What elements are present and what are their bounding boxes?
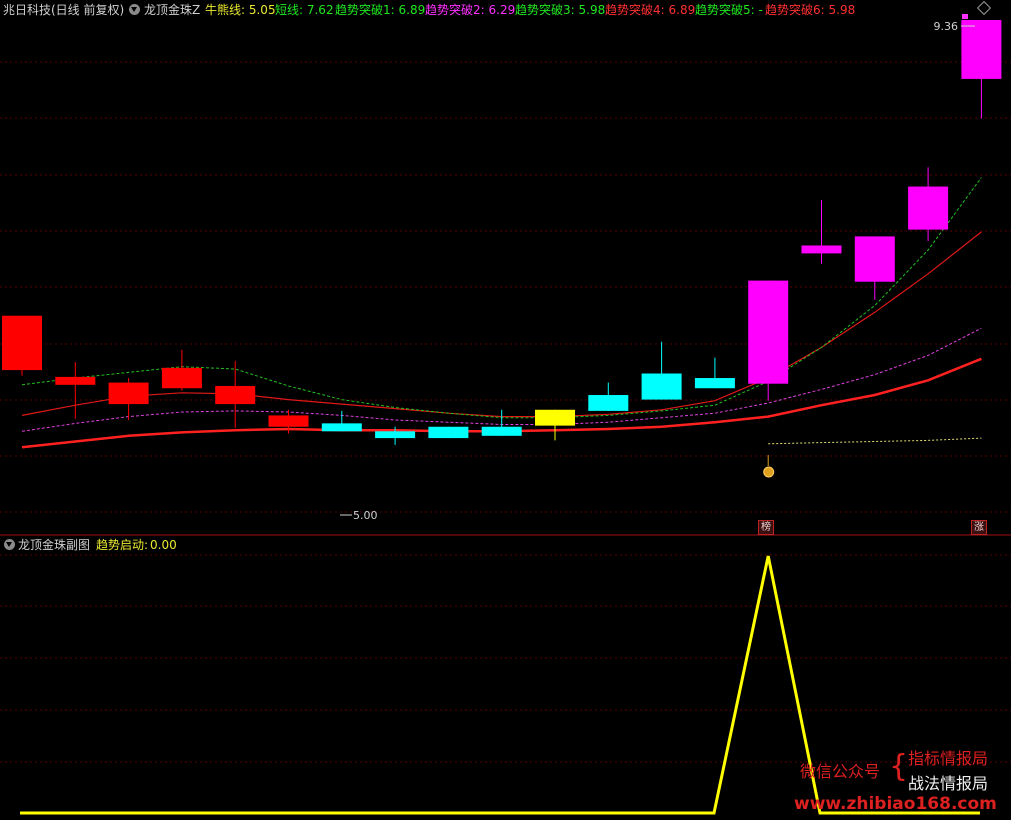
candle-body [535, 409, 575, 426]
candle-body [588, 395, 629, 411]
candle-body [108, 382, 149, 405]
candle-body [748, 280, 789, 384]
rise-marker[interactable]: 涨 [971, 520, 987, 535]
candle-body [854, 236, 895, 282]
candle-body [375, 431, 416, 439]
watermark-line2: 战法情报局 [908, 774, 989, 793]
candle-body [908, 186, 949, 230]
sub-chart-header: 龙顶金珠副图 趋势启动: 0.00 [0, 536, 600, 554]
high-price-label: 9.36 [934, 20, 959, 33]
candle-body [801, 245, 842, 254]
candle-body [268, 415, 309, 427]
trend-line-5 [768, 437, 982, 445]
watermark-line1: 指标情报局 [908, 749, 989, 768]
trend-line-1 [21, 231, 982, 418]
right-edge-marker [962, 14, 968, 19]
candle-body [694, 378, 735, 389]
candle-body [481, 426, 522, 436]
subchart-metric-label: 趋势启动: [96, 538, 149, 552]
rank-marker[interactable]: 榜 [758, 520, 774, 535]
candle-body [2, 315, 42, 371]
subchart-title[interactable]: 龙顶金珠副图 [18, 538, 90, 552]
candle-body [428, 426, 469, 439]
candle-body [641, 373, 682, 400]
chart-canvas[interactable]: 9.36 5.00 [0, 0, 1011, 820]
candle-body [961, 20, 1002, 79]
candle-body [215, 385, 256, 405]
candle-body [55, 376, 96, 385]
candle-body [161, 367, 202, 389]
watermark-wechat: 微信公众号 [800, 762, 881, 781]
candle-body [321, 423, 362, 432]
low-price-label: 5.00 [353, 509, 378, 522]
watermark-url: www.zhibiao168.com [794, 794, 997, 814]
coin-icon [763, 466, 775, 478]
subchart-dropdown-icon[interactable] [4, 539, 15, 550]
watermark-brace: { [889, 749, 909, 784]
subchart-metric-value: 0.00 [150, 538, 177, 552]
